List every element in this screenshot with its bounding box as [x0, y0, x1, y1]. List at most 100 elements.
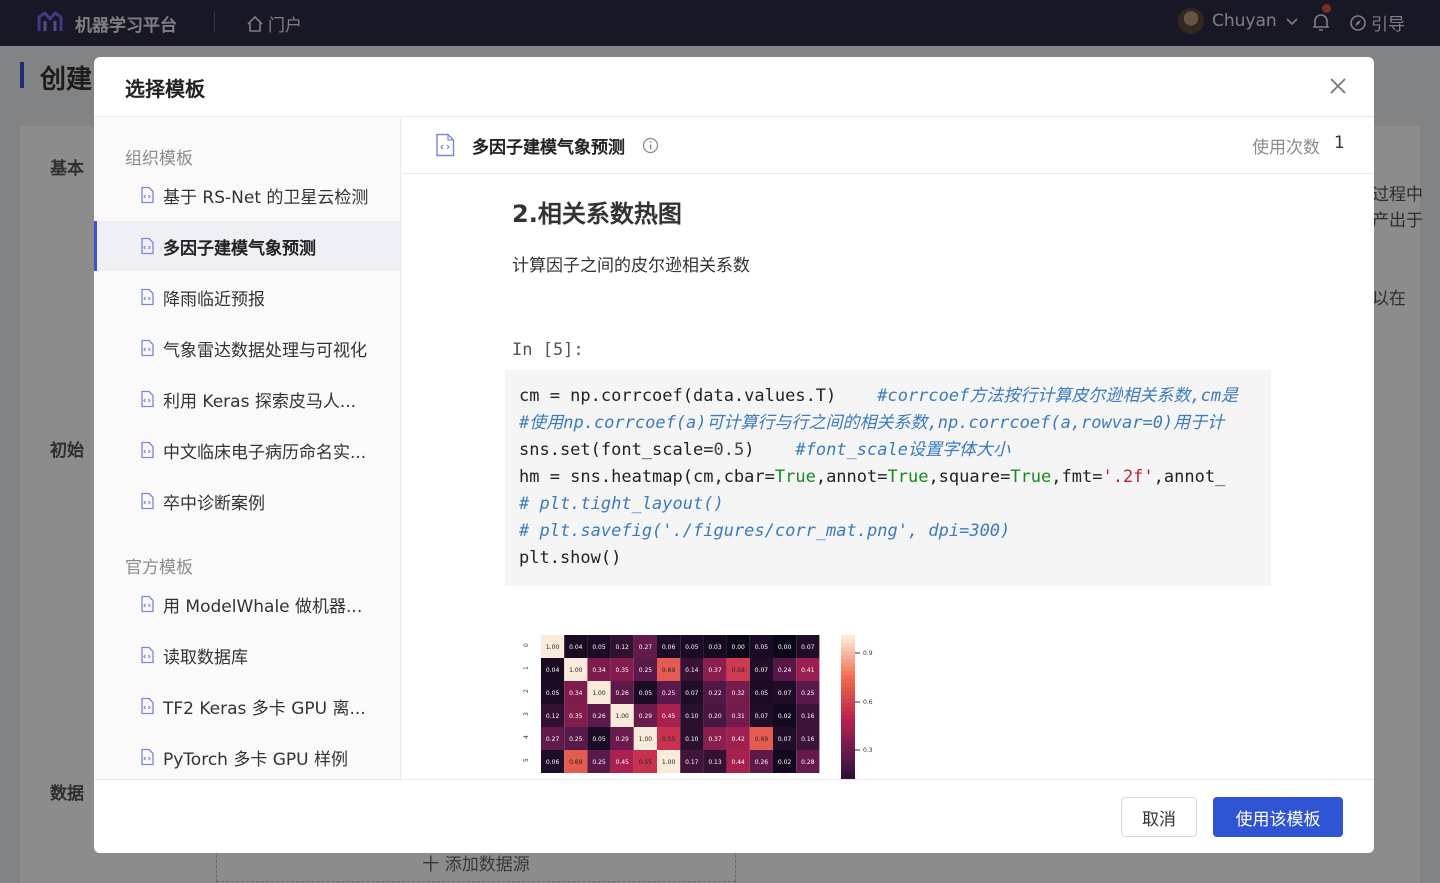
colorbar-segment: [841, 727, 855, 732]
heatmap-cell-label: 0.02: [778, 713, 792, 720]
heatmap-cell-label: 0.07: [755, 667, 769, 674]
heatmap-cell-label: 0.20: [708, 713, 722, 720]
heatmap-cell-label: 0.00: [732, 644, 746, 651]
heatmap-row-label: 2: [523, 689, 530, 693]
colorbar-segment: [841, 767, 855, 772]
code-line: cm = np.corrcoef(data.values.T) #corrcoe…: [519, 386, 1239, 406]
heatmap-cell-label: 0.05: [592, 736, 606, 743]
heatmap-cell-label: 1.00: [592, 690, 606, 697]
heatmap-cell-label: 0.31: [732, 713, 746, 720]
colorbar-segment: [841, 715, 855, 720]
heatmap-cell-label: 0.34: [569, 690, 583, 697]
colorbar-segment: [841, 651, 855, 656]
code-line: # plt.savefig('./figures/corr_mat.png', …: [519, 521, 1011, 541]
info-icon[interactable]: [642, 137, 659, 154]
colorbar-segment: [841, 691, 855, 696]
colorbar-segment: [841, 747, 855, 752]
colorbar-tick-label: 0.6: [863, 699, 873, 706]
notebook-file-icon: [141, 441, 154, 459]
notebook-file-icon: [141, 186, 154, 204]
colorbar-segment: [841, 719, 855, 724]
preview-title: 多因子建模气象预测: [472, 138, 625, 158]
template-item[interactable]: 中文临床电子病历命名实...: [94, 425, 400, 475]
colorbar-segment: [841, 695, 855, 700]
notebook-file-icon: [141, 237, 154, 255]
heatmap-row-label: 5: [523, 758, 530, 762]
colorbar-segment: [841, 659, 855, 664]
heatmap-cell-label: 0.07: [801, 644, 815, 651]
colorbar-segment: [841, 679, 855, 684]
colorbar-segment: [841, 635, 855, 640]
heatmap-cell-label: 0.12: [546, 713, 560, 720]
heatmap-cell-label: 0.34: [592, 667, 606, 674]
heatmap-cell-label: 0.26: [592, 713, 606, 720]
heatmap-cell-label: 0.05: [755, 690, 769, 697]
template-item[interactable]: PyTorch 多卡 GPU 样例: [94, 732, 400, 780]
heatmap-cell-label: 0.05: [592, 644, 606, 651]
notebook-file-icon: [141, 595, 154, 613]
template-item-label: 降雨临近预报: [163, 289, 265, 310]
heatmap-cell-label: 0.29: [639, 713, 653, 720]
notebook-file-icon: [141, 646, 154, 664]
template-item[interactable]: 读取数据库: [94, 630, 400, 680]
heatmap-cell-label: 0.35: [616, 667, 630, 674]
code-cell: cm = np.corrcoef(data.values.T) #corrcoe…: [505, 370, 1271, 586]
template-item[interactable]: 用 ModelWhale 做机器...: [94, 579, 400, 629]
close-icon[interactable]: [1326, 74, 1350, 98]
template-item-label: 卒中诊断案例: [163, 493, 265, 514]
heatmap-cell-label: 1.00: [546, 644, 560, 651]
colorbar-segment: [841, 759, 855, 764]
template-item[interactable]: 降雨临近预报: [94, 272, 400, 322]
colorbar-segment: [841, 731, 855, 736]
template-item-label: TF2 Keras 多卡 GPU 离...: [163, 698, 366, 719]
heatmap-cell-label: 0.02: [778, 759, 792, 766]
heatmap-cell-label: 0.10: [685, 736, 699, 743]
use-template-button[interactable]: 使用该模板: [1213, 797, 1343, 837]
template-item[interactable]: 卒中诊断案例: [94, 476, 400, 526]
template-modal: 选择模板 组织模板 基于 RS-Net 的卫星云检测 多因子建模气象预测 降雨临…: [94, 57, 1374, 853]
colorbar-segment: [841, 655, 855, 660]
heatmap-row-label: 4: [523, 735, 530, 739]
colorbar-segment: [841, 667, 855, 672]
heatmap-row-label: 3: [523, 712, 530, 716]
notebook-heading: 2.相关系数热图: [512, 200, 682, 228]
preview-header: 多因子建模气象预测 使用次数 1: [402, 118, 1374, 174]
template-item-label: 中文临床电子病历命名实...: [163, 442, 367, 463]
heatmap-cell-label: 0.69: [662, 667, 676, 674]
cell-prompt: In [5]:: [512, 340, 584, 360]
template-item[interactable]: 气象雷达数据处理与可视化: [94, 323, 400, 373]
heatmap-cell-label: 0.45: [662, 713, 676, 720]
heatmap-cell-label: 0.22: [708, 690, 722, 697]
template-preview[interactable]: 多因子建模气象预测 使用次数 1 2.相关系数热图 计算因子之间的皮尔逊相关系数…: [402, 118, 1374, 780]
template-sidebar[interactable]: 组织模板 基于 RS-Net 的卫星云检测 多因子建模气象预测 降雨临近预报 气…: [94, 118, 401, 780]
heatmap-cell-label: 0.16: [801, 736, 815, 743]
heatmap-cell-label: 0.04: [569, 644, 583, 651]
heatmap-cell-label: 0.04: [546, 667, 560, 674]
colorbar-segment: [841, 683, 855, 688]
template-item[interactable]: 基于 RS-Net 的卫星云检测: [94, 170, 400, 220]
colorbar-segment: [841, 647, 855, 652]
code-line: hm = sns.heatmap(cm,cbar=True,annot=True…: [519, 467, 1226, 487]
heatmap-cell-label: 0.10: [685, 713, 699, 720]
heatmap-cell-label: 1.00: [569, 667, 583, 674]
colorbar-segment: [841, 663, 855, 668]
template-item[interactable]: 利用 Keras 探索皮马人...: [94, 374, 400, 424]
heatmap-cell-label: 1.00: [639, 736, 653, 743]
usage-count-value: 1: [1334, 133, 1345, 153]
heatmap-cell-label: 0.41: [801, 667, 815, 674]
group-label-official: 官方模板: [125, 558, 193, 578]
template-item[interactable]: TF2 Keras 多卡 GPU 离...: [94, 681, 400, 731]
heatmap-cell-label: 0.32: [732, 690, 746, 697]
colorbar-segment: [841, 735, 855, 740]
colorbar-segment: [841, 707, 855, 712]
heatmap-cell-label: 0.05: [755, 644, 769, 651]
colorbar-segment: [841, 687, 855, 692]
colorbar-segment: [841, 751, 855, 756]
notebook-file-icon: [141, 390, 154, 408]
heatmap-cell-label: 0.05: [639, 690, 653, 697]
template-item-label: 利用 Keras 探索皮马人...: [163, 391, 357, 412]
template-item-active[interactable]: 多因子建模气象预测: [94, 221, 400, 271]
group-label-org: 组织模板: [125, 149, 193, 169]
cancel-button[interactable]: 取消: [1121, 797, 1197, 837]
heatmap-cell-label: 0.17: [685, 759, 699, 766]
